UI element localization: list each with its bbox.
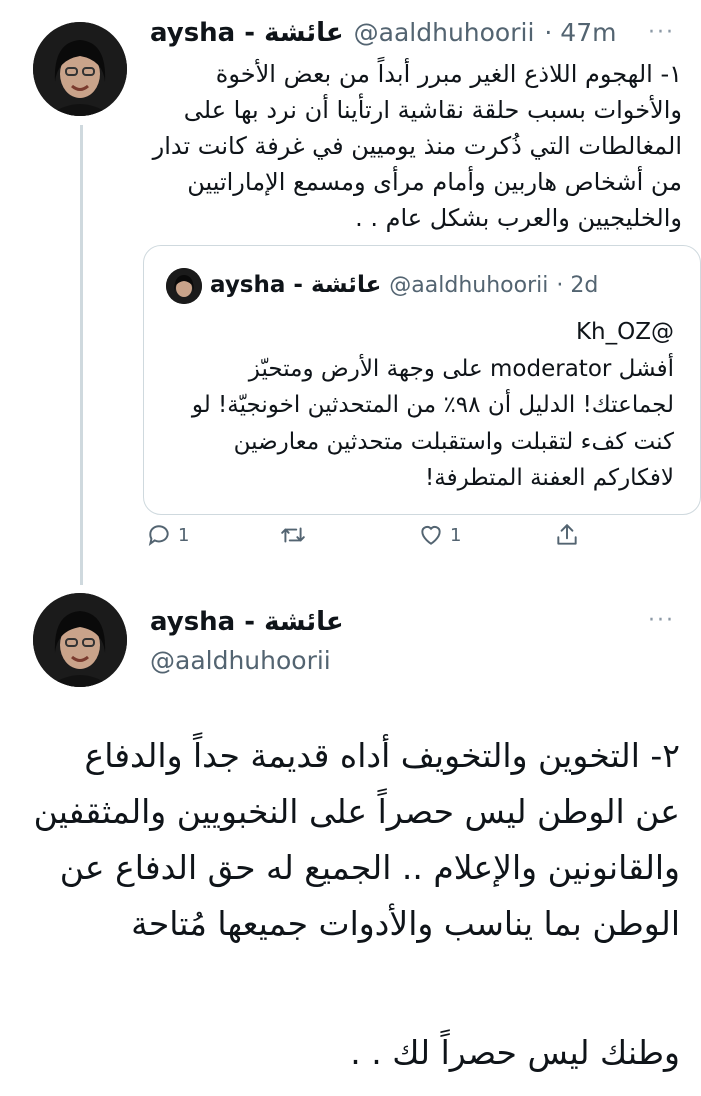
share-icon [557,524,577,545]
quoted-timestamp: · 2d [556,273,599,298]
quoted-tweet[interactable]: aysha - عائشة @aaldhuhoorii · 2d @Kh_OZ … [143,245,701,515]
timestamp[interactable]: · 47m [544,18,616,47]
quoted-display-name: aysha - عائشة [210,272,382,298]
share-button[interactable] [554,522,580,548]
tweet-text-2-line: وطنك ليس حصراً لك . . [350,1033,680,1072]
tweet-actions: 1 1 [140,522,700,562]
avatar-2[interactable] [33,593,127,687]
handle-2[interactable]: @aaldhuhoorii [150,646,331,675]
tweet-text: ١- الهجوم اللاذع الغير مبرر أبداً من بعض… [152,60,682,232]
heart-icon [421,525,441,545]
quoted-mention[interactable]: @Kh_OZ [174,314,674,351]
like-button[interactable]: 1 [418,522,461,548]
display-name[interactable]: aysha - عائشة [150,18,344,48]
like-count: 1 [450,524,462,546]
more-icon[interactable]: ··· [648,20,675,45]
retweet-icon [281,527,305,543]
handle[interactable]: @aaldhuhoorii [354,18,535,47]
thread-line [80,125,83,585]
more-icon[interactable]: ··· [648,608,675,633]
retweet-button[interactable] [280,522,312,548]
tweet-text-2: ٢- التخوين والتخويف أداه قديمة جداً والد… [33,736,680,943]
reply-button[interactable]: 1 [146,522,189,548]
quoted-text: @Kh_OZ أفشل moderator على وجهة الأرض ومت… [174,314,674,497]
quoted-handle: @aaldhuhoorii [389,273,549,298]
display-name-2[interactable]: aysha - عائشة [150,607,344,637]
quoted-avatar [166,268,202,304]
reply-icon [148,525,169,547]
quoted-body: أفشل moderator على وجهة الأرض ومتحيّز لج… [191,355,674,492]
reply-count: 1 [178,524,190,546]
avatar[interactable] [33,22,127,116]
